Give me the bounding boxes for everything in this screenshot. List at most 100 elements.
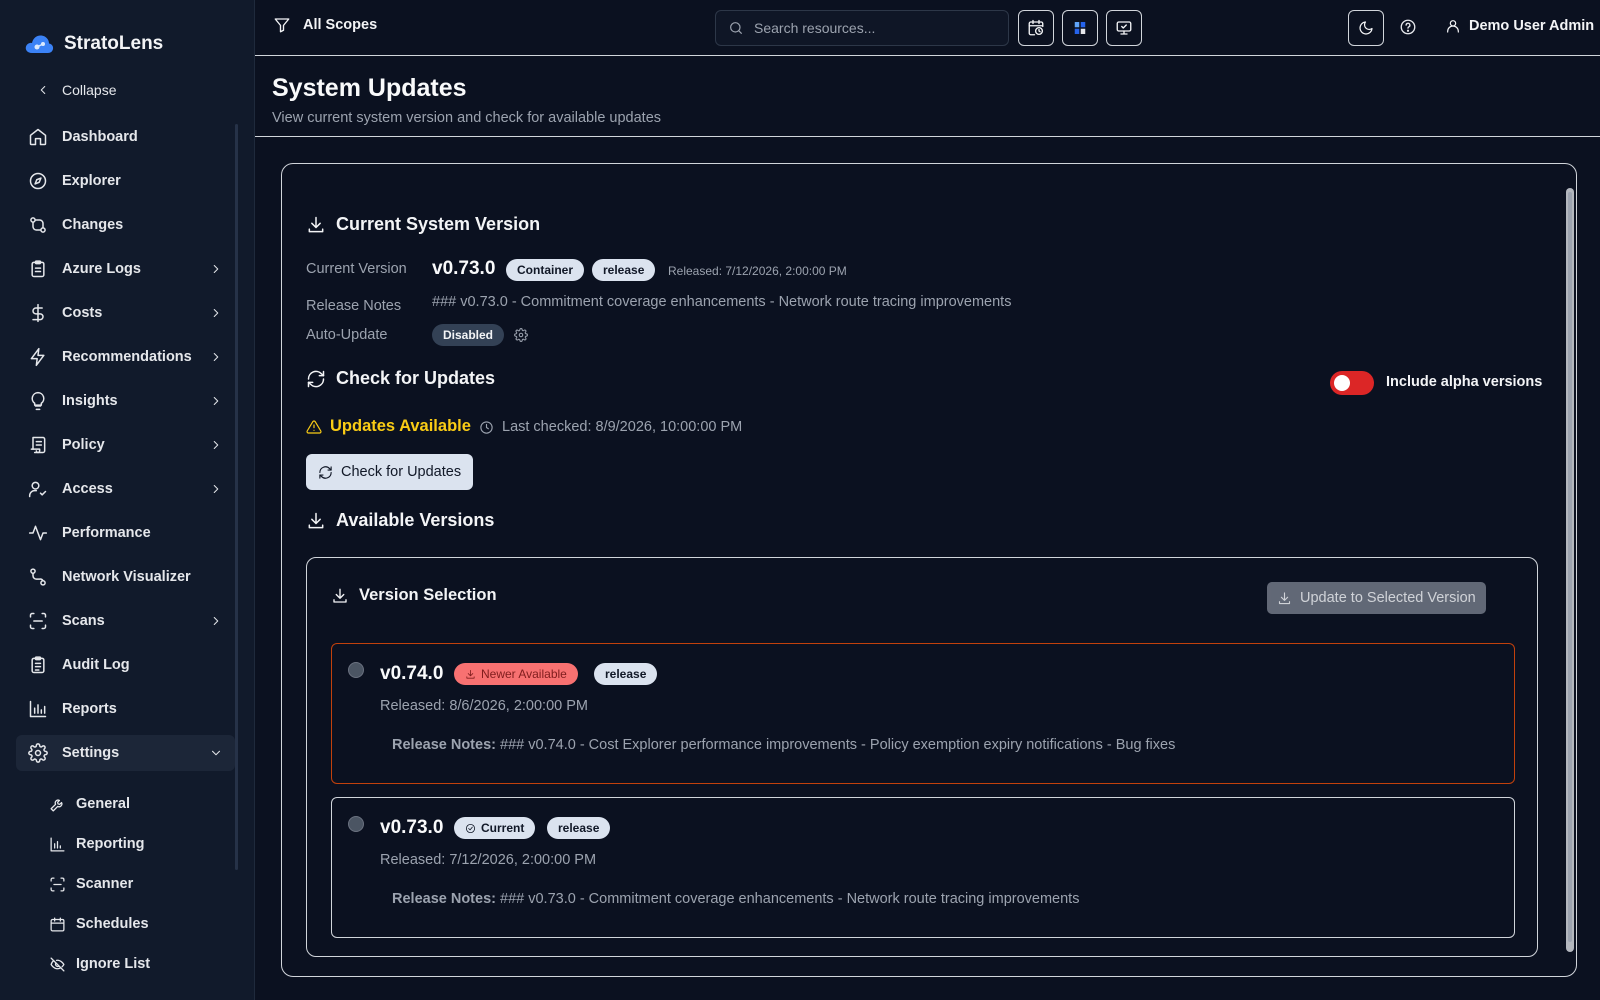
sidebar-item-performance[interactable]: Performance [16, 515, 235, 551]
check-circle-icon [465, 823, 476, 833]
sidebar-item-label: Azure Logs [62, 261, 141, 277]
sidebar: StratoLens Collapse Dashboard Explorer C… [0, 0, 255, 1000]
clipboard-list-icon [31, 656, 45, 674]
version-radio[interactable] [348, 662, 364, 678]
version-item[interactable]: v0.73.0 Current release Released: 7/12/2… [331, 797, 1515, 938]
auto-update-settings-button[interactable] [514, 328, 528, 342]
scope-selector[interactable]: All Scopes [273, 16, 377, 34]
sidebar-scrollbar[interactable] [235, 124, 238, 870]
bar-chart-icon [29, 700, 47, 718]
sidebar-item-dashboard[interactable]: Dashboard [16, 119, 235, 155]
sidebar-subitem-general[interactable]: General [48, 788, 233, 820]
sidebar-item-recommendations[interactable]: Recommendations [16, 339, 235, 375]
newer-available-badge-text: Newer Available [481, 667, 567, 681]
gear-icon [514, 328, 528, 342]
sidebar-item-network-visualizer[interactable]: Network Visualizer [16, 559, 235, 595]
card-scrollbar-thumb[interactable] [1568, 192, 1572, 942]
last-checked: Last checked: 8/9/2026, 10:00:00 PM [479, 419, 742, 435]
activity-icon [28, 525, 48, 541]
sidebar-item-label: Performance [62, 525, 151, 541]
moon-icon [1359, 21, 1373, 35]
route-icon [30, 568, 46, 586]
check-updates-heading-text: Check for Updates [336, 368, 496, 388]
home-icon [29, 128, 47, 146]
refresh-icon [319, 465, 332, 479]
sidebar-item-access[interactable]: Access [16, 471, 235, 507]
updates-available-text: Updates Available [330, 417, 471, 435]
sidebar-subitem-reporting[interactable]: Reporting [48, 828, 233, 860]
sidebar-item-explorer[interactable]: Explorer [16, 163, 235, 199]
sidebar-subitem-label: General [76, 796, 130, 812]
sidebar-subitem-scanner[interactable]: Scanner [48, 868, 233, 900]
monitor-button[interactable] [1106, 10, 1142, 46]
user-icon [1447, 20, 1459, 33]
scan-icon [29, 612, 47, 630]
release-notes-prefix: Release Notes: [392, 737, 496, 753]
version-item[interactable]: v0.74.0 Newer Available release Released… [331, 643, 1515, 784]
sidebar-item-label: Explorer [62, 173, 121, 189]
alpha-versions-toggle[interactable] [1330, 371, 1374, 395]
azure-logo-icon [1074, 22, 1086, 34]
sidebar-subitem-schedules[interactable]: Schedules [48, 908, 233, 940]
azure-portal-button[interactable] [1062, 10, 1098, 46]
sidebar-item-costs[interactable]: Costs [16, 295, 235, 331]
theme-toggle-button[interactable] [1348, 10, 1384, 46]
sidebar-item-scans[interactable]: Scans [16, 603, 235, 639]
sidebar-item-settings[interactable]: Settings [16, 735, 235, 771]
sidebar-item-reports[interactable]: Reports [16, 691, 235, 727]
sidebar-item-insights[interactable]: Insights [16, 383, 235, 419]
zap-icon [30, 347, 45, 367]
update-to-selected-button-label: Update to Selected Version [1300, 590, 1476, 606]
channel-badge: release [592, 259, 656, 281]
sidebar-item-label: Policy [62, 437, 105, 453]
user-check-icon [28, 481, 47, 498]
download-icon [1278, 591, 1291, 604]
gear-icon [28, 743, 48, 763]
version-released: Released: 8/6/2026, 2:00:00 PM [380, 698, 588, 714]
sidebar-item-audit-log[interactable]: Audit Log [16, 647, 235, 683]
download-icon [466, 669, 475, 679]
release-notes-prefix: Release Notes: [392, 891, 496, 907]
monitor-icon [1116, 21, 1132, 35]
system-updates-card: Current System Version Current Version v… [281, 163, 1577, 977]
version-number: v0.74.0 [380, 663, 444, 684]
current-released: Released: 7/12/2026, 2:00:00 PM [668, 264, 847, 278]
brand-name: StratoLens [64, 33, 164, 54]
search-box[interactable] [715, 10, 1009, 46]
sidebar-subitem-label: Scanner [76, 876, 134, 892]
check-for-updates-button[interactable]: Check for Updates [306, 454, 474, 490]
calendar-clock-button[interactable] [1018, 10, 1054, 46]
clipboard-icon [31, 260, 45, 278]
scope-label: All Scopes [303, 17, 378, 33]
sidebar-subitem-ignore-list[interactable]: Ignore List [48, 948, 233, 980]
update-to-selected-button[interactable]: Update to Selected Version [1267, 582, 1486, 614]
compass-icon [29, 172, 47, 190]
topbar: All Scopes Demo User Admin [255, 0, 1600, 56]
version-radio[interactable] [348, 816, 364, 832]
sidebar-item-label: Recommendations [62, 349, 192, 365]
current-version-value: v0.73.0 [432, 258, 496, 279]
search-input[interactable] [754, 20, 994, 36]
warning-triangle-icon [306, 419, 322, 434]
help-button[interactable] [1399, 18, 1417, 36]
brand[interactable]: StratoLens [24, 30, 163, 58]
scan-icon [49, 876, 65, 892]
git-compare-icon [30, 217, 46, 233]
dollar-icon [32, 303, 44, 323]
calendar-icon [49, 916, 65, 932]
sidebar-item-label: Audit Log [62, 657, 130, 673]
user-menu[interactable]: Demo User Admin [1445, 18, 1594, 34]
eye-off-icon [49, 956, 65, 972]
sidebar-item-changes[interactable]: Changes [16, 207, 235, 243]
current-badge-text: Current [481, 821, 525, 835]
sidebar-item-azure-logs[interactable]: Azure Logs [16, 251, 235, 287]
available-versions-heading: Available Versions [306, 510, 494, 531]
wrench-icon [49, 799, 62, 812]
chevron-down-icon [211, 750, 221, 756]
refresh-icon [307, 370, 325, 387]
sidebar-item-label: Reports [62, 701, 117, 717]
collapse-button[interactable]: Collapse [36, 78, 116, 102]
sidebar-item-policy[interactable]: Policy [16, 427, 235, 463]
download-icon [308, 512, 324, 528]
sidebar-item-label: Insights [62, 393, 118, 409]
